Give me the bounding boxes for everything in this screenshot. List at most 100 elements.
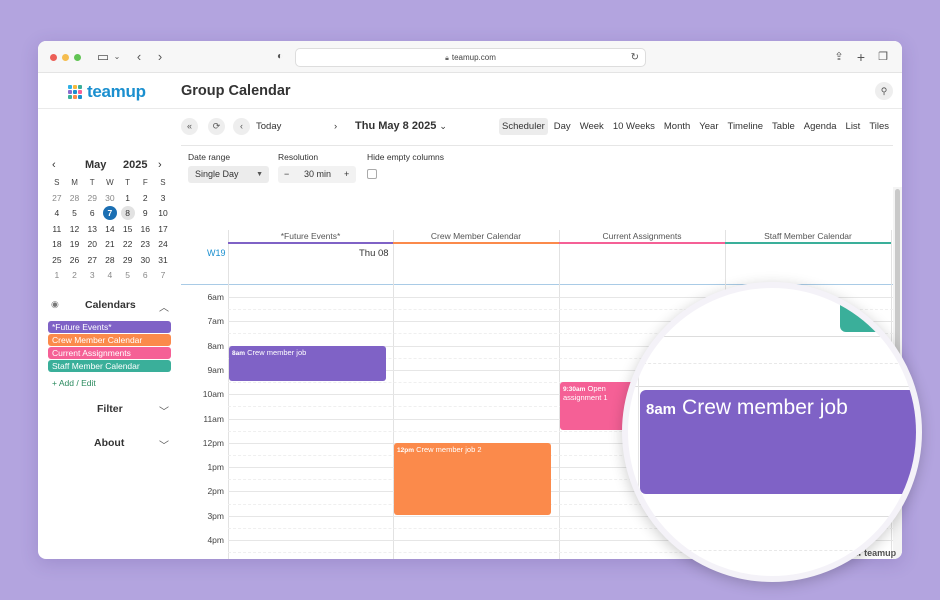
view-timeline[interactable]: Timeline — [725, 118, 767, 135]
mini-calendar-day[interactable]: 19 — [66, 237, 84, 253]
mini-calendar-day[interactable]: 22 — [119, 237, 137, 253]
mini-calendar-day[interactable]: 1 — [119, 191, 137, 207]
close-window-button[interactable] — [50, 54, 57, 61]
mini-calendar-day[interactable]: 28 — [101, 253, 119, 269]
chevron-up-icon[interactable]: ︿ — [159, 299, 169, 314]
event-block[interactable]: 12pm Crew member job 2 — [394, 442, 551, 515]
calendar-tag[interactable]: Current Assignments — [48, 347, 171, 359]
mini-calendar-day[interactable]: 8 — [120, 206, 135, 220]
mini-year[interactable]: 2025 — [123, 159, 147, 171]
calendar-tag[interactable]: *Future Events* — [48, 321, 171, 333]
prev-day-icon[interactable]: ‹ — [233, 118, 250, 135]
privacy-shield-icon[interactable]: ◐ — [274, 49, 286, 65]
mini-calendar-day[interactable]: 20 — [83, 237, 101, 253]
mini-calendar-day[interactable]: 3 — [83, 268, 101, 284]
mini-calendar-day[interactable]: 11 — [48, 222, 66, 238]
view-tiles[interactable]: Tiles — [866, 118, 892, 135]
mini-calendar-day[interactable]: 18 — [48, 237, 66, 253]
forward-icon[interactable]: › — [154, 49, 166, 65]
mini-calendar-day[interactable]: 29 — [119, 253, 137, 269]
column-header[interactable]: *Future Events* — [228, 230, 393, 244]
view-agenda[interactable]: Agenda — [801, 118, 840, 135]
view-week[interactable]: Week — [577, 118, 607, 135]
view-year[interactable]: Year — [696, 118, 721, 135]
prev-month-icon[interactable]: ‹ — [52, 159, 56, 171]
column-header[interactable]: Staff Member Calendar — [725, 230, 891, 244]
new-tab-icon[interactable]: + — [855, 49, 867, 65]
mini-calendar-day[interactable]: 2 — [66, 268, 84, 284]
mini-calendar-day[interactable]: 5 — [119, 268, 137, 284]
hide-empty-checkbox[interactable] — [367, 169, 377, 179]
mini-calendar-day[interactable]: 10 — [154, 206, 172, 222]
eye-icon[interactable]: ◉ — [51, 299, 59, 310]
filter-section-header[interactable]: Filter ﹀ — [48, 403, 172, 419]
teamup-logo[interactable]: teamup — [68, 82, 146, 101]
mini-calendar-day[interactable]: 24 — [154, 237, 172, 253]
mini-calendar-day[interactable]: 17 — [154, 222, 172, 238]
mini-calendar-day[interactable]: 23 — [136, 237, 154, 253]
mini-calendar-day[interactable]: 27 — [48, 191, 66, 207]
mini-calendar-day[interactable]: 1 — [48, 268, 66, 284]
date-range-select[interactable]: Single Day ▼ — [188, 166, 269, 183]
mini-calendar-day[interactable]: 14 — [101, 222, 119, 238]
decrement-button[interactable]: − — [284, 166, 289, 183]
address-bar[interactable]: 🔒︎ teamup.com ↻ — [295, 48, 646, 67]
column-header[interactable]: Crew Member Calendar — [393, 230, 559, 244]
mini-calendar-day[interactable]: 13 — [83, 222, 101, 238]
view-month[interactable]: Month — [661, 118, 693, 135]
view-scheduler[interactable]: Scheduler — [499, 118, 548, 135]
mini-calendar-day[interactable]: 12 — [66, 222, 84, 238]
mini-calendar-day[interactable]: 7 — [102, 206, 117, 220]
next-month-icon[interactable]: › — [158, 159, 162, 171]
sidebar-toggle-icon[interactable]: ▭ — [96, 49, 110, 65]
chevron-down-icon[interactable]: ﹀ — [159, 437, 169, 452]
calendars-section-header[interactable]: ◉ Calendars ︿ — [48, 299, 172, 315]
view-day[interactable]: Day — [551, 118, 574, 135]
mini-calendar-day[interactable]: 30 — [101, 191, 119, 207]
tabs-overview-icon[interactable]: ❐ — [877, 49, 889, 65]
mini-month[interactable]: May — [85, 159, 106, 171]
mini-calendar-day[interactable]: 9 — [136, 206, 154, 222]
about-section-header[interactable]: About ﹀ — [48, 437, 172, 453]
add-edit-link[interactable]: + Add / Edit — [52, 378, 96, 388]
chevron-down-icon[interactable]: ﹀ — [159, 403, 169, 418]
mini-calendar-day[interactable]: 2 — [136, 191, 154, 207]
mini-calendar-day[interactable]: 3 — [154, 191, 172, 207]
mini-calendar-day[interactable]: 21 — [101, 237, 119, 253]
today-button[interactable]: Today — [256, 118, 281, 135]
mini-calendar-day[interactable]: 6 — [83, 206, 101, 222]
mini-calendar-day[interactable]: 4 — [101, 268, 119, 284]
mini-calendar-day[interactable]: 27 — [83, 253, 101, 269]
share-icon[interactable]: ⇪ — [833, 49, 845, 65]
mini-calendar-day[interactable]: 16 — [136, 222, 154, 238]
mini-calendar-day[interactable]: 31 — [154, 253, 172, 269]
next-day-icon[interactable]: › — [334, 118, 337, 135]
current-date-selector[interactable]: Thu May 8 2025 ⌄ — [355, 118, 447, 135]
mini-calendar-day[interactable]: 7 — [154, 268, 172, 284]
collapse-sidebar-icon[interactable]: « — [181, 118, 198, 135]
mini-calendar-day[interactable]: 30 — [136, 253, 154, 269]
mini-calendar-day[interactable]: 15 — [119, 222, 137, 238]
mini-calendar-day[interactable]: 26 — [66, 253, 84, 269]
view-10-weeks[interactable]: 10 Weeks — [610, 118, 658, 135]
refresh-icon[interactable]: ⟳ — [208, 118, 225, 135]
view-list[interactable]: List — [843, 118, 864, 135]
increment-button[interactable]: + — [344, 166, 349, 183]
mini-calendar-day[interactable]: 29 — [83, 191, 101, 207]
mini-calendar-day[interactable]: 5 — [66, 206, 84, 222]
search-icon[interactable]: ⚲ — [875, 82, 893, 100]
calendar-tag[interactable]: Crew Member Calendar — [48, 334, 171, 346]
back-icon[interactable]: ‹ — [133, 49, 145, 65]
chevron-down-icon[interactable]: ⌄ — [112, 49, 122, 65]
view-table[interactable]: Table — [769, 118, 798, 135]
reload-icon[interactable]: ↻ — [631, 49, 639, 66]
minimize-window-button[interactable] — [62, 54, 69, 61]
event-block[interactable]: 8am Crew member job — [229, 345, 386, 382]
calendar-tag[interactable]: Staff Member Calendar — [48, 360, 171, 372]
resolution-stepper[interactable]: − 30 min + — [278, 166, 356, 183]
column-header[interactable]: Current Assignments — [559, 230, 725, 244]
mini-calendar-day[interactable]: 25 — [48, 253, 66, 269]
mini-calendar-day[interactable]: 4 — [48, 206, 66, 222]
zoom-window-button[interactable] — [74, 54, 81, 61]
mini-calendar-day[interactable]: 6 — [136, 268, 154, 284]
